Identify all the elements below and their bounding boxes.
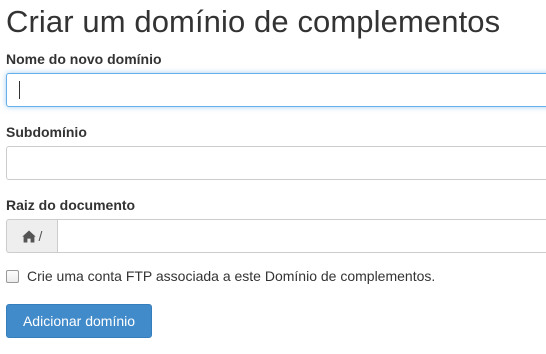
domain-label: Nome do novo domínio [6, 51, 162, 67]
subdomain-input[interactable] [6, 146, 546, 180]
add-on-domain-page: Criar um domínio de complementos Nome do… [0, 0, 546, 354]
docroot-input-group: / [6, 219, 546, 253]
docroot-prefix-text: / [38, 228, 43, 244]
ftp-checkbox[interactable] [6, 269, 19, 283]
docroot-prefix: / [6, 219, 57, 253]
docroot-input[interactable] [57, 219, 546, 253]
ftp-checkbox-row[interactable]: Crie uma conta FTP associada a este Domí… [6, 268, 435, 284]
home-icon [21, 230, 36, 242]
add-domain-button[interactable]: Adicionar domínio [6, 304, 152, 338]
page-title: Criar um domínio de complementos [6, 4, 501, 39]
ftp-checkbox-label[interactable]: Crie uma conta FTP associada a este Domí… [27, 268, 435, 284]
domain-input[interactable] [6, 73, 546, 107]
docroot-label: Raiz do documento [6, 197, 136, 213]
subdomain-label: Subdomínio [6, 124, 87, 140]
text-caret [19, 81, 20, 99]
